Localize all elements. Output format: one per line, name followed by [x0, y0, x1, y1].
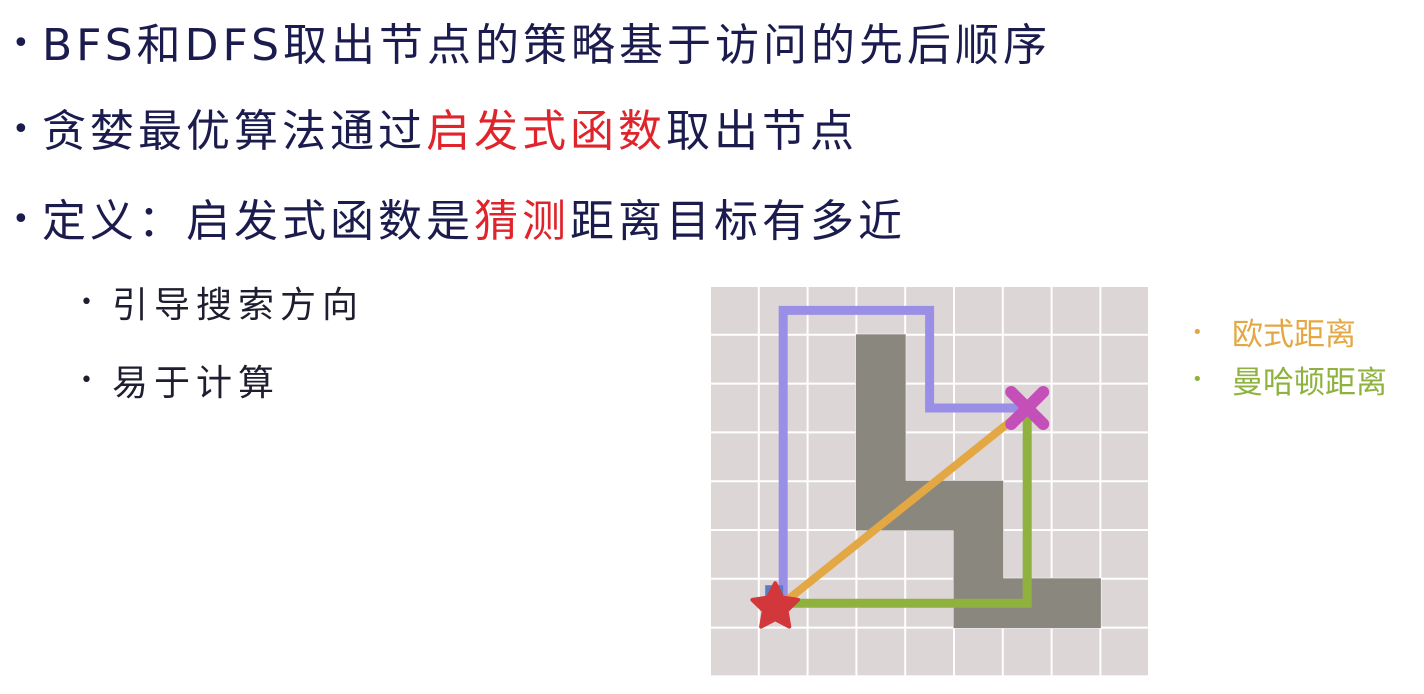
legend-label-manhattan: 曼哈顿距离 [1232, 364, 1387, 401]
sub-bullet-dot: • [80, 368, 99, 393]
bullet-2-text-after: 取出节点 [666, 106, 858, 157]
bullet-3-text-after: 距离目标有多近 [570, 196, 906, 247]
obstacle-cell [1051, 578, 1101, 629]
sub-bullet-1: • 引导搜索方向 [80, 282, 364, 331]
obstacle-cell [953, 480, 1004, 531]
legend-item-manhattan: • 曼哈顿距离 [1192, 360, 1387, 408]
sub-bullet-2-text: 易于计算 [112, 363, 281, 404]
bullet-dot: • [12, 26, 34, 61]
sub-bullet-2: • 易于计算 [80, 360, 280, 409]
bullet-1: • BFS和DFS取出节点的策略基于访问的先后顺序 [12, 18, 1051, 76]
grid-diagram [709, 285, 1148, 676]
bullet-dot: • [12, 112, 34, 147]
bullet-2-highlight: 启发式函数 [426, 106, 666, 157]
obstacle-cell [953, 529, 1004, 580]
legend: • 欧式距离 • 曼哈顿距离 [1192, 312, 1387, 407]
legend-item-euclidean: • 欧式距离 [1192, 312, 1387, 360]
legend-label-euclidean: 欧式距离 [1232, 317, 1356, 353]
legend-dot: • [1192, 321, 1203, 343]
bullet-2-text: 贪婪最优算法通过 [42, 106, 426, 157]
sub-bullet-dot: • [80, 290, 99, 315]
obstacle-cell [855, 383, 906, 433]
legend-dot: • [1192, 369, 1203, 390]
bullet-1-text: BFS和DFS取出节点的策略基于访问的先后顺序 [42, 20, 1051, 71]
bullet-3: • 定义：启发式函数是猜测距离目标有多近 [12, 194, 906, 252]
obstacle-cell [855, 334, 906, 385]
sub-bullet-1-text: 引导搜索方向 [112, 285, 365, 326]
bullet-3-text: 定义：启发式函数是 [42, 196, 474, 247]
bullet-2: • 贪婪最优算法通过启发式函数取出节点 [12, 104, 858, 162]
obstacle-cell [855, 431, 906, 482]
bullet-dot: • [12, 202, 34, 237]
bullet-3-highlight: 猜测 [474, 196, 570, 247]
